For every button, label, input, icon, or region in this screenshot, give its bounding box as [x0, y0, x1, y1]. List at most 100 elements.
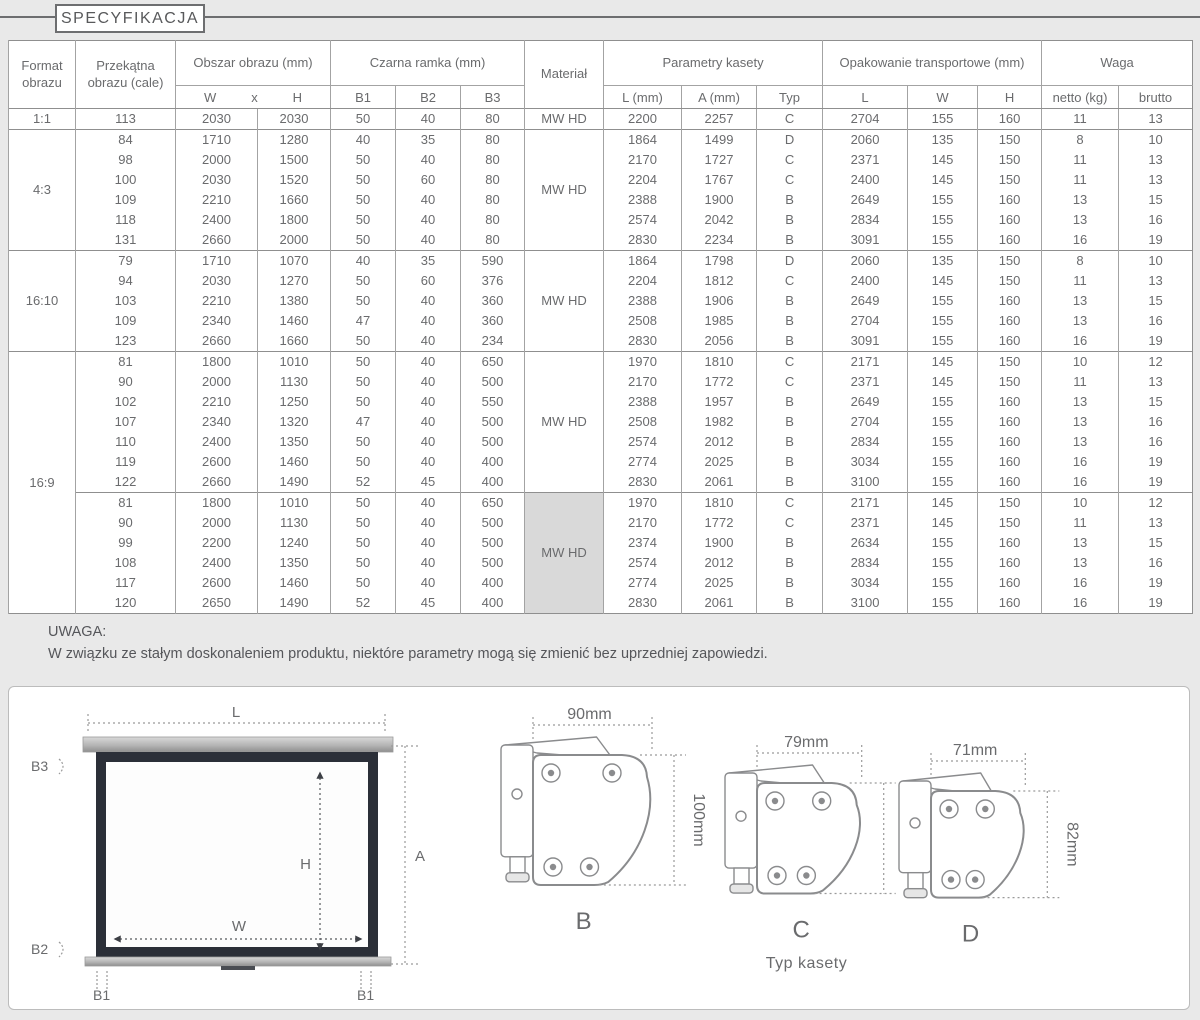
table-cell: 150	[978, 513, 1042, 533]
table-cell: 16	[1042, 452, 1119, 472]
table-cell: 40	[396, 190, 461, 210]
table-cell: 1070	[258, 251, 331, 272]
table-cell: 13	[1042, 553, 1119, 573]
table-cell: 40	[396, 311, 461, 331]
table-cell: 109	[76, 190, 176, 210]
diagram-panel: L H W A B3 B2	[8, 686, 1190, 1010]
table-cell: 2649	[823, 392, 908, 412]
col-header-cassette-params: Parametry kasety	[604, 41, 823, 86]
table-cell: 16	[1042, 331, 1119, 352]
cassette-height-label: 82mm	[1063, 822, 1080, 866]
table-cell: 1727	[682, 150, 757, 170]
table-cell: 2012	[682, 432, 757, 452]
table-cell: B	[757, 593, 823, 614]
table-cell: 1772	[682, 372, 757, 392]
table-cell: 40	[331, 251, 396, 272]
cassette-type-label: D	[962, 921, 979, 948]
table-cell: 550	[461, 392, 525, 412]
table-cell: 80	[461, 230, 525, 251]
table-cell: 40	[396, 412, 461, 432]
table-cell: 2634	[823, 533, 908, 553]
table-cell: 40	[396, 533, 461, 553]
table-cell: 2388	[604, 190, 682, 210]
note-title: UWAGA:	[48, 622, 768, 644]
table-cell: 2371	[823, 372, 908, 392]
page-title-label: SPECYFIKACJA	[61, 10, 199, 28]
table-cell: 150	[978, 493, 1042, 514]
table-cell: 50	[331, 392, 396, 412]
table-cell: 155	[908, 190, 978, 210]
spec-table-body: 1:111320302030504080MW HD22002257C270415…	[9, 109, 1193, 614]
table-cell: 40	[396, 230, 461, 251]
table-cell: 90	[76, 513, 176, 533]
table-cell: 2025	[682, 452, 757, 472]
table-cell: 94	[76, 271, 176, 291]
table-cell: 2650	[176, 593, 258, 614]
table-cell: 1490	[258, 472, 331, 493]
table-cell: 155	[908, 472, 978, 493]
table-cell: 10	[1042, 352, 1119, 373]
table-cell: 50	[331, 432, 396, 452]
table-cell: 1520	[258, 170, 331, 190]
table-cell: 1320	[258, 412, 331, 432]
table-cell: 2574	[604, 432, 682, 452]
format-cell: 16:10	[9, 251, 76, 352]
table-cell: 40	[396, 553, 461, 573]
table-cell: 1250	[258, 392, 331, 412]
table-cell: C	[757, 170, 823, 190]
table-cell: 360	[461, 311, 525, 331]
table-cell: 2030	[176, 170, 258, 190]
material-cell: MW HD	[525, 109, 604, 130]
table-cell: B	[757, 210, 823, 230]
table-cell: 155	[908, 210, 978, 230]
col-header-packaging: Opakowanie transportowe (mm)	[823, 41, 1042, 86]
table-cell: 160	[978, 472, 1042, 493]
table-cell: 500	[461, 513, 525, 533]
page-title: SPECYFIKACJA	[55, 4, 205, 33]
dim-label-b2: B2	[31, 941, 48, 957]
table-cell: 500	[461, 372, 525, 392]
table-cell: 103	[76, 291, 176, 311]
table-cell: 40	[396, 210, 461, 230]
table-cell: 15	[1119, 291, 1193, 311]
cassette-diagram-b: 90mm100mmB	[487, 705, 714, 948]
col-header-diagonal: Przekątna obrazu (cale)	[76, 41, 176, 109]
table-cell: 2340	[176, 412, 258, 432]
table-cell: 145	[908, 513, 978, 533]
table-cell: 160	[978, 573, 1042, 593]
table-cell: 50	[331, 513, 396, 533]
table-cell: 2400	[176, 432, 258, 452]
table-cell: 50	[331, 230, 396, 251]
table-cell: 400	[461, 593, 525, 614]
table-cell: 50	[331, 573, 396, 593]
table-cell: 2774	[604, 452, 682, 472]
table-cell: 1864	[604, 251, 682, 272]
table-cell: 60	[396, 170, 461, 190]
table-cell: 2210	[176, 190, 258, 210]
table-cell: 110	[76, 432, 176, 452]
table-cell: B	[757, 412, 823, 432]
table-cell: 160	[978, 230, 1042, 251]
table-cell: B	[757, 452, 823, 472]
col-header-wxh: W x H	[176, 86, 331, 109]
col-header-brutto: brutto	[1119, 86, 1193, 109]
table-row: 81180010105040650MW HD19701810C217114515…	[9, 493, 1193, 514]
table-cell: 1500	[258, 150, 331, 170]
table-cell: 155	[908, 230, 978, 251]
table-cell: 160	[978, 432, 1042, 452]
table-cell: 1812	[682, 271, 757, 291]
table-cell: 1957	[682, 392, 757, 412]
table-cell: 155	[908, 109, 978, 130]
table-cell: 1710	[176, 130, 258, 151]
table-cell: 1130	[258, 513, 331, 533]
table-cell: 13	[1042, 432, 1119, 452]
table-cell: 16	[1119, 432, 1193, 452]
table-cell: 2061	[682, 472, 757, 493]
table-cell: 12	[1119, 352, 1193, 373]
screen-bottom-handle	[221, 966, 255, 970]
table-cell: B	[757, 432, 823, 452]
table-cell: B	[757, 331, 823, 352]
table-cell: 155	[908, 553, 978, 573]
dim-label-l: L	[232, 704, 240, 721]
table-cell: 60	[396, 271, 461, 291]
